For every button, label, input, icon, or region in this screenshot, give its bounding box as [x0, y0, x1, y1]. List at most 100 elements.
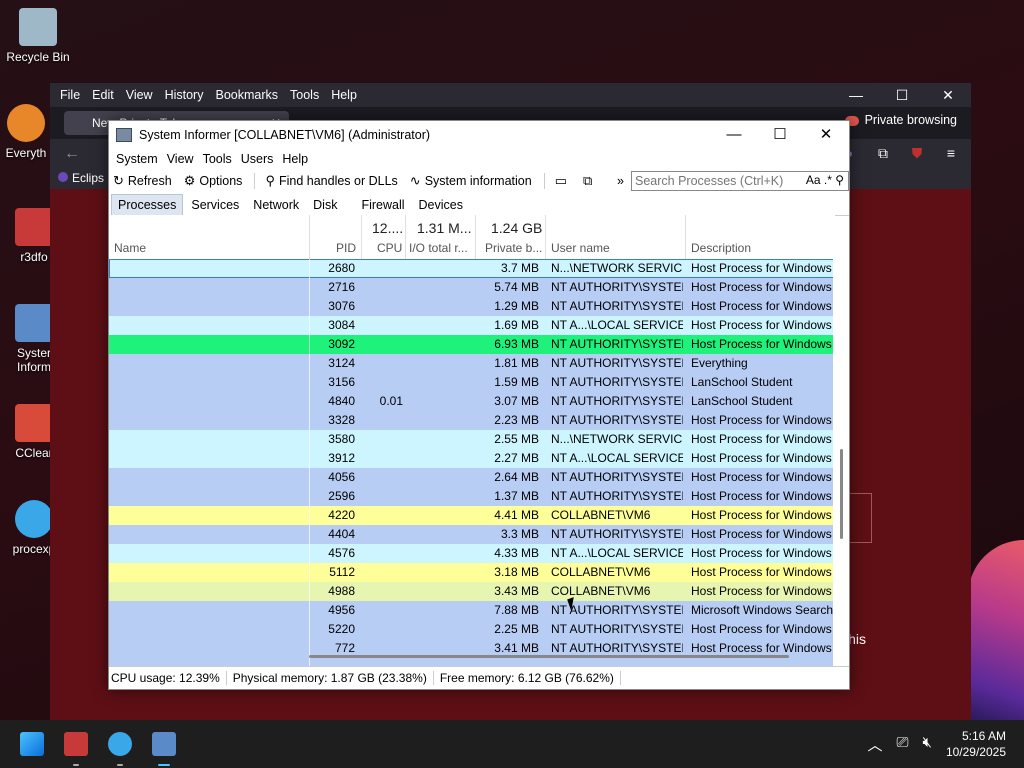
process-cpu: 0.01 [379, 394, 403, 408]
table-row[interactable]: svchost.exe40562.64 MBNT AUTHORITY\SYSTE… [109, 468, 835, 487]
taskbar-clock[interactable]: 5:16 AM 10/29/2025 [946, 728, 1006, 760]
table-row[interactable]: svchost.exe42204.41 MBCOLLABNET\VM6Host … [109, 506, 835, 525]
vertical-scrollbar[interactable] [833, 259, 849, 667]
scrollbar-thumb[interactable] [840, 449, 843, 539]
browser-maximize-button[interactable]: ☐ [879, 83, 925, 107]
process-user: NT AUTHORITY\SYSTEM [551, 470, 683, 484]
search-icon[interactable]: ⚲ [835, 173, 844, 187]
si-menu-help[interactable]: Help [282, 152, 308, 166]
browser-menu-file[interactable]: File [60, 88, 80, 102]
table-row[interactable]: svchost.exe52202.25 MBNT AUTHORITY\SYSTE… [109, 620, 835, 639]
table-row[interactable]: svchost.exe30841.69 MBNT A...\LOCAL SERV… [109, 316, 835, 335]
browser-menu-view[interactable]: View [126, 88, 153, 102]
browser-minimize-button[interactable]: — [833, 83, 879, 107]
table-row[interactable]: svchost.exe45764.33 MBNT A...\LOCAL SERV… [109, 544, 835, 563]
table-row[interactable]: Everything.exe31241.81 MBNT AUTHORITY\SY… [109, 354, 835, 373]
table-row[interactable]: svchost.exe39122.27 MBNT A...\LOCAL SERV… [109, 449, 835, 468]
search-processes-box[interactable]: Aa .* ⚲ [631, 171, 849, 191]
system-information-button[interactable]: ∿ System information [410, 173, 532, 189]
extensions-icon[interactable]: ⧉ [873, 143, 893, 163]
si-menu-view[interactable]: View [167, 152, 194, 166]
process-description: Host Process for Windows S [691, 280, 835, 294]
si-menu-tools[interactable]: Tools [203, 152, 232, 166]
search-processes-input[interactable] [632, 172, 788, 190]
process-private-bytes: 4.41 MB [494, 508, 539, 522]
process-description: Everything [691, 356, 748, 370]
system-informer-taskbar-icon[interactable] [152, 732, 176, 756]
window-button[interactable]: ▭ [555, 173, 571, 189]
volume-muted-icon[interactable]: 🔇︎ [923, 734, 932, 755]
column-header-private-bytes[interactable]: Private b... [485, 241, 542, 255]
browser-menu-tools[interactable]: Tools [290, 88, 319, 102]
si-minimize-button[interactable]: — [711, 121, 757, 149]
tab-firewall[interactable]: Firewall [355, 195, 410, 215]
table-row[interactable]: Student.exe48400.013.07 MBNT AUTHORITY\S… [109, 392, 835, 411]
windows-start-icon[interactable] [20, 732, 44, 756]
tab-processes[interactable]: Processes [111, 194, 184, 215]
desktop-icon-recycle-bin[interactable]: Recycle Bin [0, 8, 76, 64]
tab-disk[interactable]: Disk [307, 195, 343, 215]
table-row[interactable]: svchost.exe51123.18 MBCOLLABNET\VM6Host … [109, 563, 835, 582]
ccleaner-icon [15, 404, 53, 442]
si-menu-users[interactable]: Users [241, 152, 274, 166]
search-options[interactable]: Aa .* ⚲ [806, 173, 844, 187]
tab-devices[interactable]: Devices [413, 195, 469, 215]
recycle-bin-icon [19, 8, 57, 46]
column-header-io[interactable]: I/O total r... [409, 241, 468, 255]
process-tree-list[interactable]: Name PID 12.... CPU 1.31 M... I/O total … [109, 215, 835, 667]
si-menu-system[interactable]: System [116, 152, 158, 166]
ublock-icon[interactable]: ⛊ [907, 143, 927, 163]
process-description: Host Process for Windows S [691, 451, 835, 465]
system-informer-icon [15, 304, 53, 342]
process-user: NT AUTHORITY\SYSTEM [551, 356, 683, 370]
table-row[interactable]: svchost.exe30926.93 MBNT AUTHORITY\SYSTE… [109, 335, 835, 354]
table-row[interactable]: svchost.exe26803.7 MBN...\NETWORK SERVIC… [109, 259, 835, 278]
find-handles-button[interactable]: ⚲ Find handles or DLLs [265, 173, 397, 189]
table-row[interactable]: svchost.exe35802.55 MBN...\NETWORK SERVI… [109, 430, 835, 449]
process-description: Host Process for Windows S [691, 584, 835, 598]
network-icon[interactable]: ⎚ [897, 734, 909, 755]
process-user: NT AUTHORITY\SYSTEM [551, 299, 683, 313]
process-pid: 3912 [328, 451, 355, 465]
browser-close-button[interactable]: ✕ [925, 83, 971, 107]
window-icon: ▭ [554, 173, 567, 188]
back-arrow-icon[interactable]: ← [64, 145, 80, 163]
table-row[interactable]: svchost.exe33282.23 MBNT AUTHORITY\SYSTE… [109, 411, 835, 430]
tab-services[interactable]: Services [185, 195, 245, 215]
column-header-user[interactable]: User name [551, 241, 610, 255]
scrollbar-thumb[interactable] [309, 655, 789, 658]
browser-menu-edit[interactable]: Edit [92, 88, 114, 102]
si-close-button[interactable]: ✕ [803, 121, 849, 149]
table-row[interactable]: svchost.exe30761.29 MBNT AUTHORITY\SYSTE… [109, 297, 835, 316]
refresh-button[interactable]: ↻ Refresh [113, 173, 172, 189]
column-divider [309, 215, 310, 259]
status-physical-memory: Physical memory: 1.87 GB (23.38%) [227, 671, 434, 685]
table-row[interactable]: svchost.exe27165.74 MBNT AUTHORITY\SYSTE… [109, 278, 835, 297]
system-tray: ︿ ⎚ 🔇︎ [868, 734, 932, 755]
process-pid: 3076 [328, 299, 355, 313]
options-button[interactable]: ⚙ Options [184, 173, 243, 189]
chevron-up-icon[interactable]: ︿ [868, 734, 883, 755]
column-header-pid[interactable]: PID [336, 241, 356, 255]
si-maximize-button[interactable]: ☐ [757, 121, 803, 149]
toolbar-overflow-button[interactable]: » [617, 174, 624, 188]
table-row[interactable]: svchost.exe49883.43 MBCOLLABNET\VM6Host … [109, 582, 835, 601]
column-header-name[interactable]: Name [114, 241, 146, 255]
table-row[interactable]: svchost.exe44043.3 MBNT AUTHORITY\SYSTEM… [109, 525, 835, 544]
io-total: 1.31 M... [417, 220, 472, 236]
browser-menu-bookmarks[interactable]: Bookmarks [215, 88, 278, 102]
browser-menu-help[interactable]: Help [331, 88, 357, 102]
table-row[interactable]: svchost.exe25961.37 MBNT AUTHORITY\SYSTE… [109, 487, 835, 506]
horizontal-scrollbar[interactable] [309, 651, 835, 661]
table-row[interactable]: ⌄Student.exe31561.59 MBNT AUTHORITY\SYST… [109, 373, 835, 392]
find-window-button[interactable]: ⧉ [583, 173, 596, 189]
column-header-cpu[interactable]: CPU [377, 241, 402, 255]
tab-network[interactable]: Network [247, 195, 305, 215]
browser-menu-history[interactable]: History [165, 88, 204, 102]
procexp-taskbar-icon[interactable] [108, 732, 132, 756]
bookmark-eclipse[interactable]: Eclips [58, 171, 104, 185]
r3dfox-taskbar-icon[interactable] [64, 732, 88, 756]
column-header-description[interactable]: Description [691, 241, 751, 255]
table-row[interactable]: SearchIndexer.exe49567.88 MBNT AUTHORITY… [109, 601, 835, 620]
hamburger-menu-icon[interactable]: ≡ [941, 143, 961, 163]
